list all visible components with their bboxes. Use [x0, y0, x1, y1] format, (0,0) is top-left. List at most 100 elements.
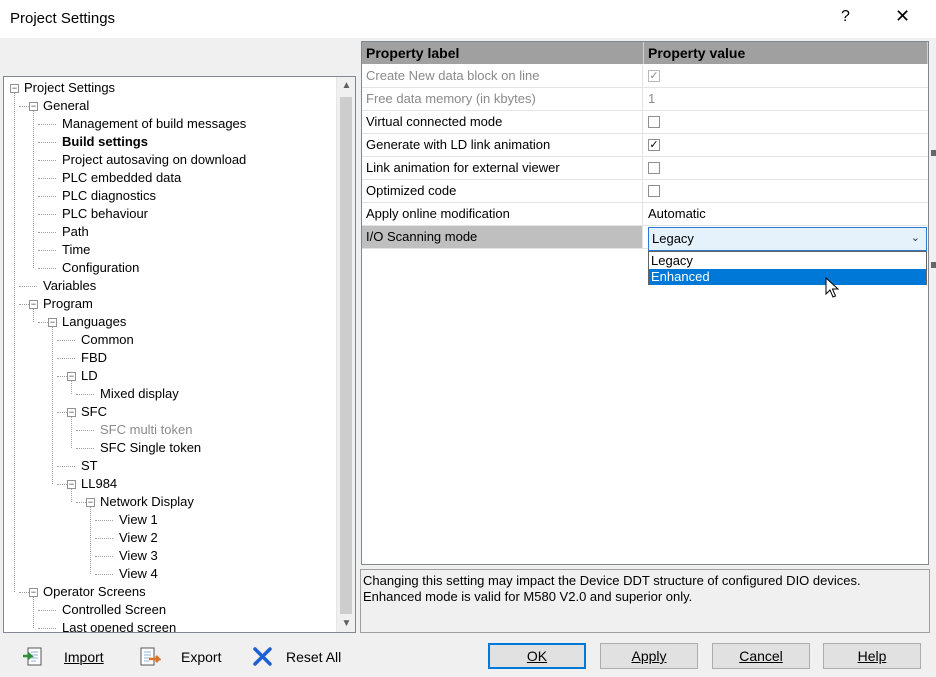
option-legacy[interactable]: Legacy [649, 253, 926, 269]
close-button[interactable]: ✕ [895, 6, 910, 27]
tree-item-label: Project autosaving on download [62, 152, 247, 167]
ok-label: OK [526, 648, 548, 664]
scroll-up-icon[interactable]: ▲ [337, 77, 355, 94]
tree-item[interactable]: View 4 [117, 565, 160, 583]
combo-value: Legacy [652, 231, 694, 246]
tree-item[interactable]: Project autosaving on download [60, 151, 248, 169]
tree-item[interactable]: Operator Screens [41, 583, 148, 601]
property-checkbox[interactable]: ✓ [648, 70, 660, 82]
tree-item-label: Time [62, 242, 91, 257]
tree-item[interactable]: PLC embedded data [60, 169, 183, 187]
property-row[interactable]: Apply online modification Automatic [362, 203, 928, 226]
tree-item-label: Configuration [62, 260, 140, 275]
tree-item[interactable]: General [41, 97, 91, 115]
tree-item[interactable]: Variables [41, 277, 98, 295]
settings-tree: Project Settings − General − Management of b… [3, 76, 356, 633]
io-scanning-mode-combo[interactable]: Legacy ⌄ [648, 227, 927, 251]
tree-item[interactable]: Project Settings [22, 79, 117, 97]
property-label: I/O Scanning mode [362, 226, 643, 248]
cancel-label: Cancel [739, 648, 783, 664]
collapse-icon[interactable]: − [29, 588, 38, 597]
tree-item[interactable]: PLC behaviour [60, 205, 150, 223]
property-row[interactable]: Free data memory (in kbytes) 1 [362, 88, 928, 111]
tree-item[interactable]: Time [60, 241, 92, 259]
property-value[interactable]: ✓ [644, 65, 928, 87]
tree-item[interactable]: Network Display [98, 493, 196, 511]
property-row[interactable]: Optimized code [362, 180, 928, 203]
title-bar: Project Settings ? ✕ [0, 0, 936, 38]
property-value[interactable] [644, 157, 928, 179]
tree-item[interactable]: View 3 [117, 547, 160, 565]
collapse-icon[interactable]: − [29, 300, 38, 309]
tree-connector [38, 160, 56, 161]
apply-button[interactable]: Apply [600, 643, 698, 669]
tree-connector [76, 448, 94, 449]
tree-item-label: PLC embedded data [62, 170, 182, 185]
property-value[interactable] [644, 111, 928, 133]
collapse-icon[interactable]: − [86, 498, 95, 507]
property-row[interactable]: Create New data block on line ✓ [362, 65, 928, 88]
property-checkbox[interactable] [648, 162, 660, 174]
window-title: Project Settings [10, 10, 116, 27]
collapse-icon[interactable]: − [67, 480, 76, 489]
cancel-button[interactable]: Cancel [712, 643, 810, 669]
reset-x-icon [253, 647, 272, 666]
tree-item[interactable]: LD [79, 367, 100, 385]
header-property-label: Property label [362, 42, 644, 64]
tree-item[interactable]: Build settings [60, 133, 150, 151]
help-title-button[interactable]: ? [841, 8, 850, 26]
tree-connector [57, 358, 75, 359]
property-checkbox[interactable] [648, 185, 660, 197]
option-enhanced[interactable]: Enhanced [649, 269, 926, 285]
tree-item[interactable]: FBD [79, 349, 109, 367]
tree-item[interactable]: Common [79, 331, 136, 349]
tree-item-label: Mixed display [100, 386, 179, 401]
tree-item[interactable]: LL984 [79, 475, 119, 493]
property-checkbox[interactable]: ✓ [648, 139, 660, 151]
scroll-down-icon[interactable]: ▼ [337, 615, 355, 632]
property-value[interactable]: ✓ [644, 134, 928, 156]
property-value[interactable] [644, 180, 928, 202]
property-row[interactable]: Generate with LD link animation ✓ [362, 134, 928, 157]
property-row[interactable]: Virtual connected mode [362, 111, 928, 134]
collapse-icon[interactable]: − [67, 372, 76, 381]
tree-item[interactable]: PLC diagnostics [60, 187, 158, 205]
tree-connector [38, 250, 56, 251]
tree-item[interactable]: Path [60, 223, 91, 241]
tree-item[interactable]: SFC Single token [98, 439, 203, 457]
collapse-icon[interactable]: − [10, 84, 19, 93]
tree-item[interactable]: Management of build messages [60, 115, 248, 133]
tree-scrollbar[interactable]: ▲ ▼ [336, 77, 355, 632]
ok-button[interactable]: OK [488, 643, 586, 669]
tree-item-label: Operator Screens [43, 584, 146, 599]
tree-connector [57, 340, 75, 341]
tree-item[interactable]: ST [79, 457, 100, 475]
property-row[interactable]: Link animation for external viewer [362, 157, 928, 180]
tree-guide [71, 489, 72, 502]
tree-item[interactable]: Program [41, 295, 95, 313]
help-button[interactable]: Help [823, 643, 921, 669]
tree-item[interactable]: SFC [79, 403, 109, 421]
collapse-icon[interactable]: − [67, 408, 76, 417]
chevron-down-icon[interactable]: ⌄ [911, 231, 920, 244]
tree-item[interactable]: Controlled Screen [60, 601, 168, 619]
tree-item[interactable]: Last opened screen [60, 619, 178, 632]
collapse-icon[interactable]: − [48, 318, 57, 327]
tree-item-label: View 4 [119, 566, 158, 581]
tree-item[interactable]: View 2 [117, 529, 160, 547]
property-label: Optimized code [362, 180, 643, 202]
collapse-icon[interactable]: − [29, 102, 38, 111]
apply-label: Apply [631, 648, 667, 664]
reset-all-button[interactable]: Reset All [252, 645, 341, 669]
tree-item[interactable]: Mixed display [98, 385, 181, 403]
export-label: Export [181, 649, 222, 665]
tree-item[interactable]: SFC multi token [98, 421, 194, 439]
property-checkbox[interactable] [648, 116, 660, 128]
tree-item[interactable]: View 1 [117, 511, 160, 529]
tree-item[interactable]: Configuration [60, 259, 141, 277]
scroll-thumb[interactable] [340, 97, 352, 614]
import-button[interactable]: Import [22, 645, 104, 669]
edge-marker [931, 262, 936, 268]
tree-item[interactable]: Languages [60, 313, 128, 331]
export-button[interactable]: Export [139, 645, 221, 669]
